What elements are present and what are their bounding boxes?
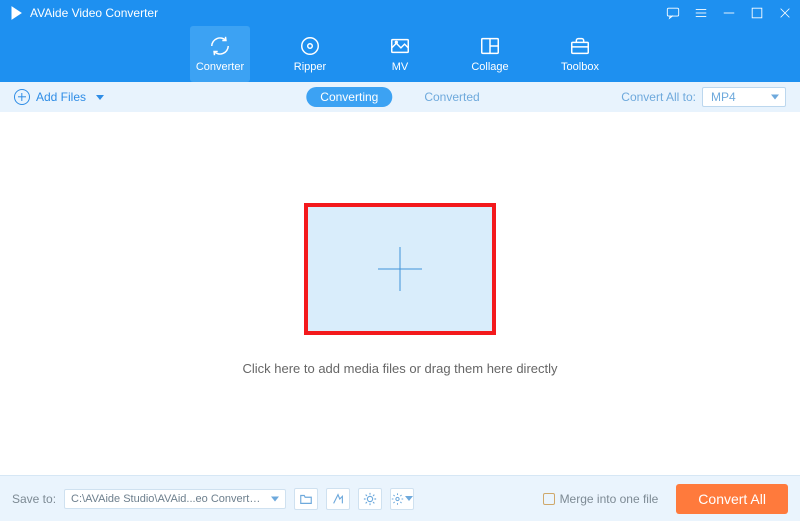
footer-bar: Save to: C:\AVAide Studio\AVAid...eo Con… xyxy=(0,475,800,521)
tab-converted[interactable]: Converted xyxy=(410,87,493,107)
nav-converter[interactable]: Converter xyxy=(190,26,250,82)
compress-button[interactable] xyxy=(326,488,350,510)
enhance-button[interactable] xyxy=(358,488,382,510)
nav-ripper[interactable]: Ripper xyxy=(280,26,340,82)
maximize-icon[interactable] xyxy=(750,6,764,20)
convert-all-button[interactable]: Convert All xyxy=(676,484,788,514)
nav-label: Converter xyxy=(196,61,244,73)
add-files-label: Add Files xyxy=(36,90,86,104)
chevron-down-icon xyxy=(271,496,279,501)
converter-icon xyxy=(209,35,231,57)
close-icon[interactable] xyxy=(778,6,792,20)
open-folder-button[interactable] xyxy=(294,488,318,510)
settings-button[interactable] xyxy=(390,488,414,510)
add-media-dropzone[interactable] xyxy=(304,203,496,335)
convert-all-to-label: Convert All to: xyxy=(621,90,696,104)
chevron-down-icon xyxy=(405,496,413,501)
mv-icon xyxy=(389,35,411,57)
add-files-button[interactable]: Add Files xyxy=(14,89,104,105)
nav-label: Ripper xyxy=(294,61,326,73)
nav-toolbox[interactable]: Toolbox xyxy=(550,26,610,82)
chevron-down-icon xyxy=(771,95,779,100)
content-area: Click here to add media files or drag th… xyxy=(0,112,800,446)
nav-label: Collage xyxy=(471,61,508,73)
feedback-icon[interactable] xyxy=(666,6,680,20)
save-path-select[interactable]: C:\AVAide Studio\AVAid...eo Converter\Co… xyxy=(64,489,286,509)
save-path-value: C:\AVAide Studio\AVAid...eo Converter\Co… xyxy=(71,493,286,505)
merge-checkbox[interactable]: Merge into one file xyxy=(543,492,659,506)
output-format-select[interactable]: MP4 xyxy=(702,87,786,107)
save-to-label: Save to: xyxy=(12,492,56,506)
plus-icon xyxy=(378,247,422,291)
toolbox-icon xyxy=(569,35,591,57)
status-tabs: Converting Converted xyxy=(306,87,493,107)
ripper-icon xyxy=(299,35,321,57)
chevron-down-icon xyxy=(96,95,104,100)
title-bar: AVAide Video Converter xyxy=(0,0,800,26)
app-title: AVAide Video Converter xyxy=(30,6,158,20)
tab-converting[interactable]: Converting xyxy=(306,87,392,107)
menu-icon[interactable] xyxy=(694,6,708,20)
main-nav: Converter Ripper MV Collage Toolbox xyxy=(0,26,800,82)
output-format-value: MP4 xyxy=(711,90,736,104)
merge-label: Merge into one file xyxy=(560,492,659,506)
nav-label: Toolbox xyxy=(561,61,599,73)
sub-bar: Add Files Converting Converted Convert A… xyxy=(0,82,800,112)
minimize-icon[interactable] xyxy=(722,6,736,20)
dropzone-hint: Click here to add media files or drag th… xyxy=(242,361,557,376)
nav-collage[interactable]: Collage xyxy=(460,26,520,82)
checkbox-icon xyxy=(543,493,555,505)
nav-label: MV xyxy=(392,61,409,73)
collage-icon xyxy=(479,35,501,57)
plus-circle-icon xyxy=(14,89,30,105)
app-logo-icon xyxy=(8,5,24,21)
nav-mv[interactable]: MV xyxy=(370,26,430,82)
